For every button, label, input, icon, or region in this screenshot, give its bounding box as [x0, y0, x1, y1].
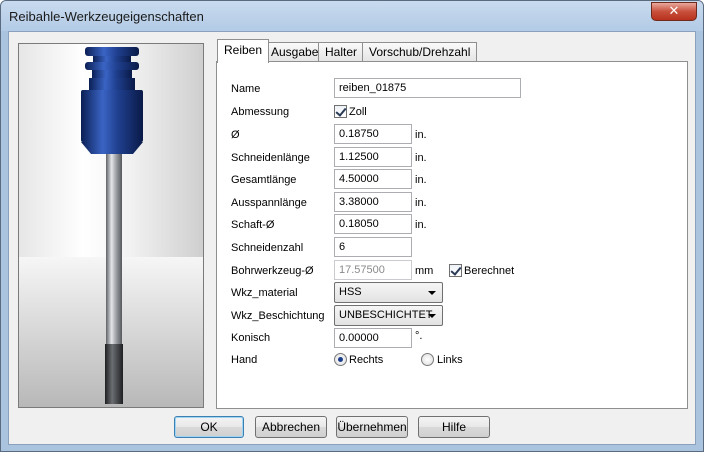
beschichtung-select[interactable]: UNBESCHICHTET: [334, 305, 443, 326]
title-bar[interactable]: Reibahle-Werkzeugeigenschaften ✕: [1, 1, 703, 31]
hand-rechts-radio[interactable]: [334, 353, 347, 366]
konisch-unit: °.: [415, 330, 423, 342]
name-label: Name: [231, 83, 261, 95]
diameter-label: Ø: [231, 129, 240, 141]
ausspannlaenge-label: Ausspannlänge: [231, 197, 307, 209]
ok-button[interactable]: OK: [174, 416, 244, 438]
hand-links-label: Links: [437, 354, 463, 366]
close-icon: ✕: [668, 4, 680, 19]
diameter-unit: in.: [415, 129, 427, 141]
reamer-icon: [81, 47, 143, 404]
schneidenzahl-label: Schneidenzahl: [231, 242, 304, 254]
tab-ausgabe[interactable]: Ausgabe: [264, 42, 326, 62]
schneidenlaenge-field[interactable]: 1.12500: [334, 147, 412, 167]
diameter-field[interactable]: 0.18750: [334, 124, 412, 144]
hand-label: Hand: [231, 354, 258, 366]
tab-reiben[interactable]: Reiben: [217, 39, 270, 63]
zoll-checkbox[interactable]: [334, 105, 347, 118]
bohrwerkzeug-label: Bohrwerkzeug-Ø: [231, 265, 314, 277]
name-field[interactable]: reiben_01875: [334, 78, 521, 98]
chevron-down-icon: [428, 291, 436, 295]
chevron-down-icon: [428, 314, 436, 318]
bohrwerkzeug-unit: mm: [415, 265, 434, 277]
bohrwerkzeug-field: 17.57500: [334, 260, 412, 280]
material-label: Wkz_material: [231, 287, 298, 299]
schaft-field[interactable]: 0.18050: [334, 214, 412, 234]
tool-preview: [18, 43, 204, 408]
dialog-window: Reibahle-Werkzeugeigenschaften ✕ Reiben …: [0, 0, 704, 452]
schneidenlaenge-unit: in.: [415, 152, 427, 164]
zoll-checkbox-label: Zoll: [349, 106, 367, 118]
material-select-value: HSS: [339, 286, 362, 298]
berechnet-checkbox-label: Berechnet: [464, 265, 515, 277]
ausspannlaenge-unit: in.: [415, 197, 427, 209]
gesamtlaenge-unit: in.: [415, 174, 427, 186]
hand-rechts-label: Rechts: [349, 354, 384, 366]
gesamtlaenge-label: Gesamtlänge: [231, 174, 297, 186]
help-button[interactable]: Hilfe: [418, 416, 490, 438]
apply-button[interactable]: Übernehmen: [336, 416, 408, 438]
ausspannlaenge-field[interactable]: 3.38000: [334, 192, 412, 212]
close-button[interactable]: ✕: [651, 2, 697, 21]
beschichtung-label: Wkz_Beschichtung: [231, 310, 325, 322]
berechnet-checkbox[interactable]: [449, 264, 462, 277]
tab-halter[interactable]: Halter: [318, 42, 365, 62]
material-select[interactable]: HSS: [334, 282, 443, 303]
abmessung-label: Abmessung: [231, 106, 290, 118]
schaft-unit: in.: [415, 219, 427, 231]
schneidenzahl-field[interactable]: 6: [334, 237, 412, 257]
gesamtlaenge-field[interactable]: 4.50000: [334, 169, 412, 189]
dialog-client-area: Reiben Ausgabe Halter Vorschub/Drehzahl …: [8, 31, 696, 445]
konisch-label: Konisch: [231, 332, 271, 344]
schaft-label: Schaft-Ø: [231, 219, 275, 231]
window-title: Reibahle-Werkzeugeigenschaften: [9, 9, 204, 24]
beschichtung-select-value: UNBESCHICHTET: [339, 309, 433, 321]
hand-links-radio[interactable]: [421, 353, 434, 366]
schneidenlaenge-label: Schneidenlänge: [231, 152, 310, 164]
tab-vorschub-drehzahl[interactable]: Vorschub/Drehzahl: [362, 42, 478, 62]
cancel-button[interactable]: Abbrechen: [255, 416, 327, 438]
konisch-field[interactable]: 0.00000: [334, 328, 412, 348]
